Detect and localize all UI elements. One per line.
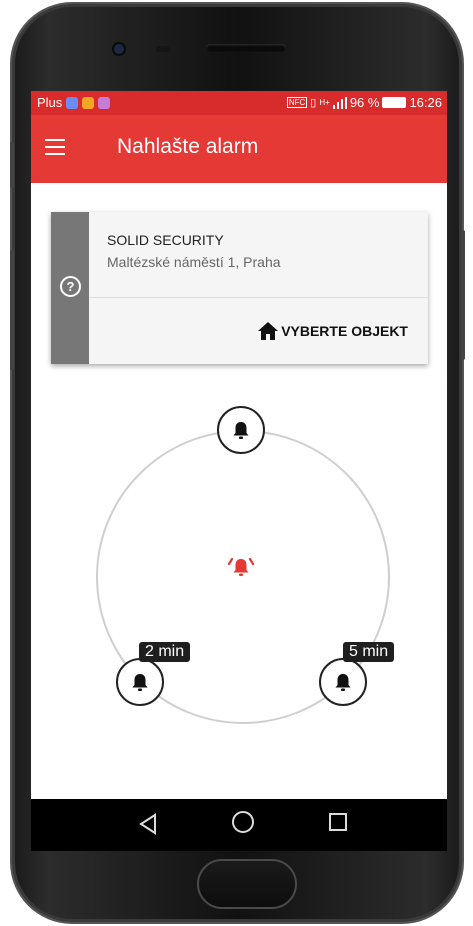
question-mark-icon[interactable]: ? — [60, 276, 81, 297]
notification-image-icon — [98, 96, 111, 109]
home-icon — [258, 322, 279, 340]
front-camera — [114, 44, 124, 54]
back-triangle-icon[interactable] — [138, 813, 158, 835]
select-object-label: VYBERTE OBJEKT — [281, 323, 408, 339]
alarm-bell-ringing-icon[interactable] — [227, 555, 255, 586]
bell-icon — [132, 674, 148, 691]
app-title: Nahlašte alarm — [117, 135, 259, 158]
status-bar-left: Plus — [37, 95, 111, 110]
card-side-strip: ? — [51, 212, 89, 364]
battery-percent: 96 % — [349, 95, 380, 110]
alarm-node-left[interactable] — [116, 658, 164, 706]
bell-icon — [233, 422, 249, 439]
alarm-node-top[interactable] — [217, 406, 265, 454]
status-bar: Plus NFC ▯ H+ 96 % 16:26 — [31, 91, 447, 115]
select-object-button[interactable]: VYBERTE OBJEKT — [258, 322, 408, 340]
object-card: ? SOLID SECURITY Maltézské náměstí 1, Pr… — [51, 212, 428, 364]
nfc-icon: NFC — [286, 97, 308, 108]
object-name: SOLID SECURITY — [107, 232, 224, 248]
carrier-name: Plus — [37, 95, 63, 110]
earpiece-speaker — [206, 44, 286, 52]
clock: 16:26 — [409, 95, 442, 110]
notification-app-icon — [66, 96, 79, 109]
status-bar-right: NFC ▯ H+ 96 % 16:26 — [286, 95, 442, 110]
app-bar: Nahlašte alarm — [31, 115, 447, 183]
top-bezel — [30, 10, 444, 88]
battery-icon — [382, 97, 407, 108]
recent-apps-square-icon[interactable] — [329, 813, 347, 831]
bell-icon — [335, 674, 351, 691]
hamburger-menu-icon[interactable] — [45, 139, 65, 155]
alarm-node-right[interactable] — [319, 658, 367, 706]
system-navigation-bar — [31, 799, 447, 851]
phone-volume-button — [10, 250, 14, 370]
proximity-sensor — [156, 46, 170, 52]
phone-power-button — [461, 230, 465, 360]
signal-icon — [332, 96, 347, 109]
home-circle-icon[interactable] — [232, 811, 254, 833]
physical-home-button[interactable] — [197, 859, 297, 909]
object-address: Maltézské náměstí 1, Praha — [107, 254, 281, 270]
phone-screen: Plus NFC ▯ H+ 96 % 16:26 Nahlašte alarm … — [31, 91, 447, 851]
time-label-right: 5 min — [343, 642, 395, 662]
card-divider — [89, 297, 428, 298]
vibrate-icon: ▯ — [310, 97, 317, 109]
time-label-left: 2 min — [139, 642, 191, 662]
phone-side-button — [10, 142, 14, 188]
notification-lock-icon — [82, 96, 95, 109]
network-type-icon: H+ — [319, 98, 330, 107]
